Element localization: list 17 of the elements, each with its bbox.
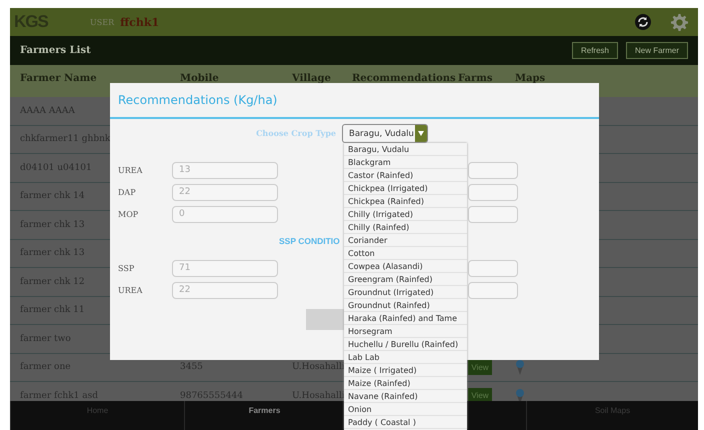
section-heading: SSP CONDITIO	[279, 236, 340, 246]
crop-type-label: Choose Crop Type	[255, 128, 336, 138]
column-header: Recommendations	[352, 73, 457, 84]
field-label: DAP	[118, 188, 137, 196]
field-label: UREA	[118, 166, 144, 174]
field-label: SSP	[118, 264, 136, 272]
column-header: Mobile	[180, 73, 220, 84]
page-title: Farmers List	[20, 45, 92, 56]
column-header: Village	[292, 73, 332, 84]
column-header: Farmer Name	[20, 73, 98, 84]
field-label: MOP	[118, 210, 140, 218]
column-header: Farms	[458, 73, 494, 84]
dialog-title: Recommendations (Kg/ha)	[110, 83, 599, 119]
field-label: UREA	[118, 286, 144, 294]
column-header: Maps	[515, 73, 546, 84]
user-name: ffchk1	[120, 16, 160, 28]
user-label: USER	[90, 18, 114, 26]
